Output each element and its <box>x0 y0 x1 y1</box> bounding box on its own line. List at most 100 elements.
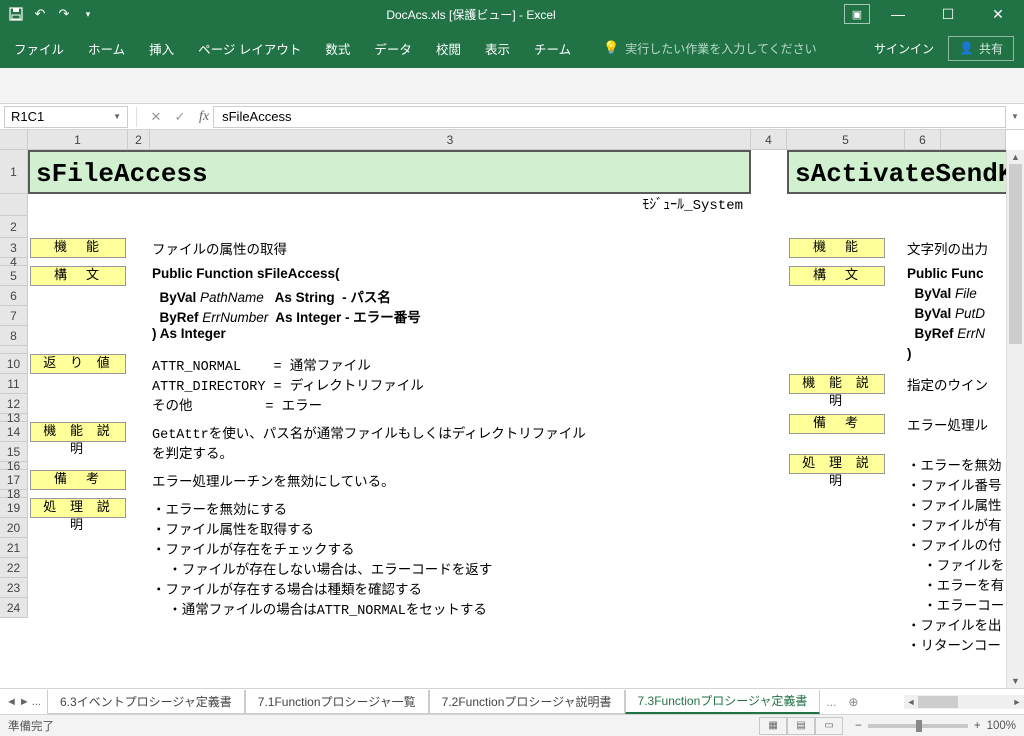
tell-me-search[interactable]: 💡 実行したい作業を入力してください <box>603 40 816 57</box>
zoom-slider[interactable] <box>868 724 968 728</box>
sign-in-link[interactable]: サインイン <box>874 40 934 57</box>
row-header[interactable]: 2 <box>0 216 28 238</box>
enter-icon[interactable]: ✓ <box>171 109 189 125</box>
scroll-thumb[interactable] <box>1009 164 1022 344</box>
name-box[interactable]: R1C1 ▼ <box>4 106 128 128</box>
col-header[interactable]: 4 <box>751 130 787 150</box>
maximize-button[interactable]: ☐ <box>926 0 970 28</box>
ribbon: ファイル ホーム 挿入 ページ レイアウト 数式 データ 校閲 表示 チーム 💡… <box>0 28 1024 68</box>
row-header[interactable]: 22 <box>0 558 28 578</box>
col-header[interactable]: 1 <box>28 130 128 150</box>
sec-koubun-left: 構 文 <box>30 266 126 286</box>
col-header[interactable]: 6 <box>905 130 941 150</box>
row-headers[interactable]: 12345678101112131415161718192021222324 <box>0 150 28 618</box>
tab-pagelayout[interactable]: ページ レイアウト <box>186 28 313 68</box>
fx-icon[interactable]: fx <box>199 109 209 125</box>
tab-team[interactable]: チーム <box>522 28 583 68</box>
scroll-left-icon[interactable]: ◄ <box>904 697 918 707</box>
row-header[interactable]: 11 <box>0 374 28 394</box>
add-sheet-icon[interactable]: ⊕ <box>842 695 864 709</box>
name-box-dropdown-icon[interactable]: ▼ <box>113 112 121 121</box>
undo-icon[interactable]: ↶ <box>30 4 50 24</box>
cell-text: ATTR_NORMAL = 通常ファイル <box>150 354 371 375</box>
close-button[interactable]: ✕ <box>976 0 1020 28</box>
ribbon-display-icon[interactable]: ▣ <box>844 4 870 24</box>
formula-input[interactable]: sFileAccess <box>213 106 1006 128</box>
col-header[interactable]: 2 <box>128 130 150 150</box>
sec-koubun-right: 構 文 <box>789 266 885 286</box>
row-header[interactable]: 14 <box>0 422 28 442</box>
sheet-tab[interactable]: 6.3イベントプロシージャ定義書 <box>47 690 245 714</box>
row-header[interactable]: 16 <box>0 462 28 470</box>
row-header[interactable]: 5 <box>0 266 28 286</box>
row-header[interactable]: 19 <box>0 498 28 518</box>
sheet-tab-active[interactable]: 7.3Functionプロシージャ定義書 <box>625 690 821 714</box>
tab-nav-more-icon[interactable]: ... <box>820 695 842 709</box>
view-pagelayout-icon[interactable]: ▤ <box>787 717 815 735</box>
horizontal-scrollbar[interactable]: ◄ ► <box>904 695 1024 709</box>
formula-expand-icon[interactable]: ▼ <box>1006 112 1024 121</box>
tab-home[interactable]: ホーム <box>76 28 137 68</box>
tab-nav-more-icon[interactable]: ... <box>32 696 41 708</box>
tab-data[interactable]: データ <box>362 28 424 68</box>
tab-insert[interactable]: 挿入 <box>137 28 186 68</box>
row-header[interactable]: 23 <box>0 578 28 598</box>
row-header[interactable]: 20 <box>0 518 28 538</box>
tab-review[interactable]: 校閲 <box>424 28 473 68</box>
qat-dropdown-icon[interactable]: ▾ <box>78 4 98 24</box>
row-header[interactable]: 10 <box>0 354 28 374</box>
redo-icon[interactable]: ↷ <box>54 4 74 24</box>
column-headers[interactable]: 123456 <box>28 130 1006 150</box>
cell-text: その他 = エラー <box>150 394 322 415</box>
tab-nav-prev-icon[interactable]: ◄ <box>6 696 17 708</box>
cell-text: ファイルの属性の取得 <box>150 238 287 259</box>
row-header[interactable] <box>0 194 28 216</box>
scroll-down-icon[interactable]: ▼ <box>1007 674 1024 688</box>
sheet-tab[interactable]: 7.1Functionプロシージャ一覧 <box>245 690 429 714</box>
view-normal-icon[interactable]: ▦ <box>759 717 787 735</box>
scroll-up-icon[interactable]: ▲ <box>1007 150 1024 164</box>
row-header[interactable]: 4 <box>0 258 28 266</box>
cancel-icon[interactable]: ✕ <box>147 109 165 125</box>
zoom-in-icon[interactable]: + <box>974 720 981 732</box>
status-bar: 準備完了 ▦ ▤ ▭ − + 100% <box>0 714 1024 736</box>
zoom-out-icon[interactable]: − <box>855 720 862 732</box>
row-header[interactable]: 13 <box>0 414 28 422</box>
col-header[interactable]: 3 <box>150 130 751 150</box>
status-ready: 準備完了 <box>8 718 54 734</box>
row-header[interactable] <box>0 346 28 354</box>
cell-text: ByRef ErrNumber As Integer - エラー番号 <box>150 306 421 327</box>
cell-text: エラー処理ルーチンを無効にしている。 <box>150 470 395 491</box>
view-pagebreak-icon[interactable]: ▭ <box>815 717 843 735</box>
sec-kinou-left: 機 能 <box>30 238 126 258</box>
sec-kaeriti-left: 返 り 値 <box>30 354 126 374</box>
header-right: sActivateSendK <box>787 150 1024 194</box>
zoom-level[interactable]: 100% <box>987 720 1016 732</box>
minimize-button[interactable]: ― <box>876 0 920 28</box>
sec-shori-right: 処 理 説 明 <box>789 454 885 474</box>
cell-text: ・通常ファイルの場合はATTR_NORMALをセットする <box>150 598 487 619</box>
tab-file[interactable]: ファイル <box>10 28 76 68</box>
row-header[interactable]: 1 <box>0 150 28 194</box>
col-header[interactable]: 5 <box>787 130 905 150</box>
share-icon: 👤 <box>959 41 974 55</box>
row-header[interactable]: 7 <box>0 306 28 326</box>
tab-nav-next-icon[interactable]: ► <box>19 696 30 708</box>
sheet-tab-bar: ◄ ► ... 6.3イベントプロシージャ定義書 7.1Functionプロシー… <box>0 688 1024 714</box>
tab-formulas[interactable]: 数式 <box>313 28 362 68</box>
worksheet-grid[interactable]: 123456 123456781011121314151617181920212… <box>0 130 1024 688</box>
hscroll-thumb[interactable] <box>918 696 958 708</box>
scroll-right-icon[interactable]: ► <box>1010 697 1024 707</box>
row-header[interactable]: 24 <box>0 598 28 618</box>
row-header[interactable]: 18 <box>0 490 28 498</box>
share-button[interactable]: 👤 共有 <box>948 36 1014 61</box>
row-header[interactable]: 8 <box>0 326 28 346</box>
tab-view[interactable]: 表示 <box>473 28 522 68</box>
save-icon[interactable] <box>6 4 26 24</box>
sheet-tab[interactable]: 7.2Functionプロシージャ説明書 <box>429 690 625 714</box>
cells-area[interactable]: sFileAccess sActivateSendK ﾓｼﾞｭｰﾙ_System… <box>28 150 1006 688</box>
vertical-scrollbar[interactable]: ▲ ▼ <box>1006 150 1024 688</box>
select-all-corner[interactable] <box>0 130 28 150</box>
row-header[interactable]: 21 <box>0 538 28 558</box>
row-header[interactable]: 6 <box>0 286 28 306</box>
